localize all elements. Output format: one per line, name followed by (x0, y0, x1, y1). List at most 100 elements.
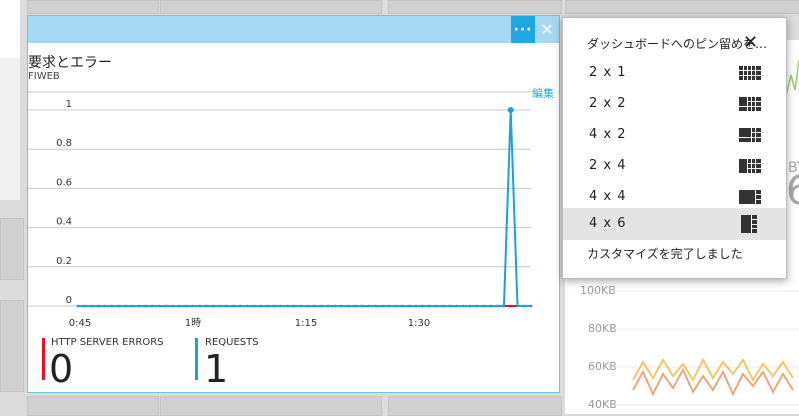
bg-series-line (632, 357, 794, 383)
bg-tile (565, 0, 799, 14)
data-point (414, 304, 418, 308)
data-point (293, 304, 296, 308)
data-point (205, 304, 208, 308)
x-tick-label: 0:45 (69, 318, 91, 329)
data-point (124, 304, 127, 308)
y-tick-label: 0.4 (56, 217, 72, 228)
data-point (144, 304, 147, 308)
menu-item-4x6[interactable]: 4 x 6 (563, 208, 786, 240)
data-point (313, 304, 316, 308)
data-point (76, 304, 80, 308)
data-point (529, 304, 533, 308)
data-point (326, 304, 330, 308)
close-icon[interactable]: ✕ (743, 32, 758, 53)
data-point (259, 304, 262, 308)
data-point (218, 304, 222, 308)
data-point (266, 304, 269, 308)
data-point (374, 304, 377, 308)
tile-size-2x1-icon (739, 66, 761, 80)
data-point (90, 304, 93, 308)
menu-item-2x2[interactable]: 2 x 2 (563, 88, 786, 120)
bg-tile (388, 396, 562, 416)
y-axis-ticks: 0 0.2 0.4 0.6 0.8 1 (56, 99, 72, 306)
data-point (83, 304, 87, 308)
tile-title: 要求とエラー (28, 55, 112, 71)
data-point (380, 304, 384, 308)
tile-size-2x4-icon (739, 159, 761, 173)
data-point (286, 304, 289, 308)
data-point (482, 304, 485, 308)
y-tick-label: 1 (66, 99, 72, 110)
data-point (306, 304, 310, 308)
data-point (394, 304, 398, 308)
menu-item-4x2[interactable]: 4 x 2 (563, 119, 786, 151)
legend-color-bar (42, 338, 45, 380)
bg-tile (160, 396, 382, 416)
bg-tile (27, 396, 159, 416)
data-point (117, 304, 120, 308)
bg-tile (0, 218, 24, 280)
x-axis-ticks: 0:45 1時 1:15 1:30 (69, 317, 430, 329)
data-point (299, 304, 303, 308)
data-point (110, 304, 114, 308)
x-tick-label: 1:30 (408, 318, 430, 329)
data-point (421, 304, 425, 308)
data-point (103, 304, 107, 308)
data-point (495, 304, 499, 308)
data-point (468, 304, 472, 308)
y-tick-label: 0.2 (56, 256, 72, 267)
data-point (509, 304, 513, 308)
data-point (407, 304, 411, 308)
tile-size-4x6-icon (741, 215, 757, 233)
data-point (435, 304, 438, 308)
menu-item-label: 4 x 2 (589, 127, 627, 142)
bg-tile (0, 58, 20, 200)
data-point (96, 304, 100, 308)
bg-green-line (785, 59, 799, 101)
data-point (252, 304, 256, 308)
data-point (455, 304, 458, 308)
data-point (475, 304, 479, 308)
data-point (502, 304, 506, 308)
data-point (320, 304, 323, 308)
data-point (184, 304, 188, 308)
bg-partial-digit: 6 (786, 168, 799, 214)
bg-tile (0, 300, 24, 392)
tile-size-2x2-icon (739, 97, 761, 111)
data-point (516, 304, 519, 308)
data-point (238, 304, 242, 308)
menu-item-label: 2 x 2 (589, 96, 627, 111)
y-tick-label: 0 (66, 295, 72, 306)
legend-value: 0 (49, 347, 74, 391)
data-point (137, 304, 141, 308)
data-point (171, 304, 174, 308)
chart-series (76, 107, 533, 308)
data-point (507, 107, 514, 113)
menu-header: ダッシュボードへのピン留めを… (587, 37, 768, 51)
menu-item-label: 2 x 4 (589, 158, 627, 173)
data-point (522, 304, 526, 308)
menu-item-2x4[interactable]: 2 x 4 (563, 150, 786, 182)
tile-subtitle: FIWEB (28, 71, 60, 82)
data-point (367, 304, 371, 308)
requests-errors-chart: 0 0.2 0.4 0.6 0.8 1 0:45 1時 1:15 1:30 (28, 91, 533, 329)
bg-tile (388, 0, 562, 14)
data-point (225, 304, 229, 308)
legend-value: 1 (204, 347, 229, 391)
bg-traffic-chart (613, 290, 799, 406)
finish-customize-button[interactable]: カスタマイズを完了しました (587, 245, 743, 262)
edit-link[interactable]: 編集 (532, 85, 554, 101)
requests-errors-tile[interactable]: ··· ✕ 0 0.2 0.4 0.6 0.8 1 0:45 1時 1:15 1:30 要求とエ… (27, 15, 560, 393)
y-tick-label: 0.6 (56, 177, 72, 188)
data-point (279, 304, 283, 308)
data-point (272, 304, 276, 308)
data-point (489, 304, 492, 308)
data-point (130, 304, 134, 308)
x-tick-label: 1:15 (295, 318, 317, 329)
bg-tile (0, 0, 20, 58)
data-point (360, 304, 364, 308)
menu-item-label: 4 x 4 (589, 189, 627, 204)
data-point (441, 304, 445, 308)
data-point (428, 304, 431, 308)
menu-item-2x1[interactable]: 2 x 1 (563, 57, 786, 89)
